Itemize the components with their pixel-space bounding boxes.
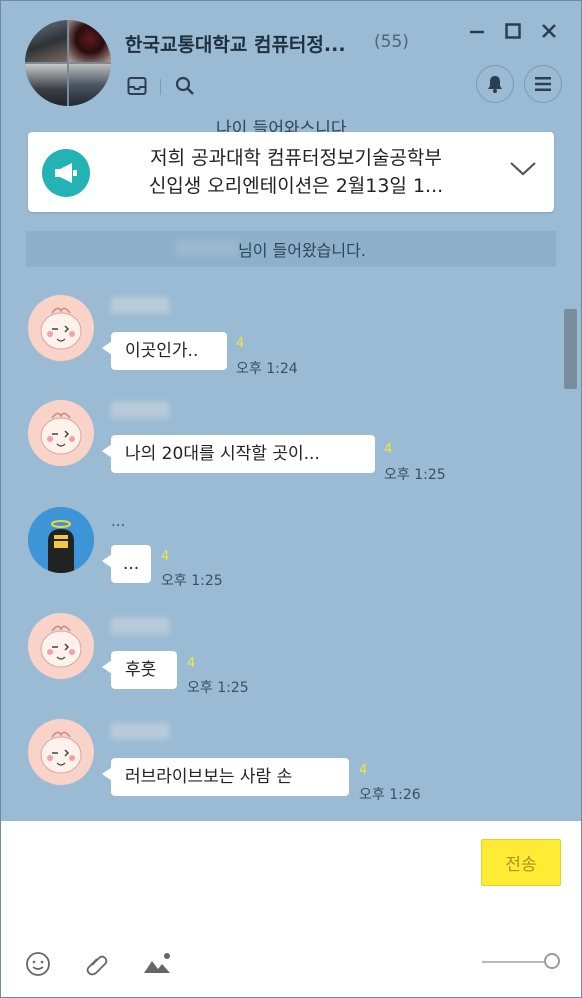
- menu-icon: [535, 77, 551, 91]
- avatar[interactable]: [28, 719, 94, 785]
- chat-title: 한국교통대학교 컴퓨터정...: [125, 34, 346, 56]
- notice-text: 저희 공과대학 컴퓨터정보기술공학부 신입생 오리엔테이션은 2월13일 1..…: [106, 144, 486, 200]
- font-size-slider-knob[interactable]: [544, 953, 560, 969]
- partial-system-message: 나이 들어와스니다: [216, 119, 347, 132]
- minimize-icon[interactable]: [469, 21, 485, 41]
- unread-count: 4: [236, 336, 245, 351]
- unread-count: 4: [384, 442, 393, 457]
- chevron-down-icon[interactable]: [508, 158, 538, 178]
- notice-line-2: 신입생 오리엔테이션은 2월13일 1...: [148, 175, 444, 197]
- image-icon[interactable]: [143, 951, 173, 977]
- unread-count: 4: [359, 763, 368, 778]
- scrollbar-thumb[interactable]: [564, 309, 577, 389]
- notification-button[interactable]: [476, 65, 514, 103]
- message-time: 오후 1:25: [161, 573, 223, 589]
- emoticon-icon[interactable]: [25, 951, 51, 977]
- unread-count: 4: [161, 549, 170, 564]
- message-bubble[interactable]: 러브라이브보는 사람 손: [102, 758, 349, 796]
- sender-name: [111, 618, 169, 634]
- message-time: 오후 1:25: [187, 680, 249, 696]
- maximize-icon[interactable]: [505, 21, 521, 41]
- sender-name: ...: [111, 512, 126, 530]
- avatar[interactable]: [28, 613, 94, 679]
- avatar-photo-4: [69, 64, 111, 106]
- search-icon[interactable]: [175, 76, 195, 96]
- blurred-name: [176, 239, 238, 257]
- chat-header: 한국교통대학교 컴퓨터정... (55): [1, 1, 581, 118]
- font-size-slider-track[interactable]: [482, 961, 544, 963]
- message-time: 오후 1:26: [359, 787, 421, 803]
- member-count: (55): [374, 32, 409, 52]
- notice-banner[interactable]: 저희 공과대학 컴퓨터정보기술공학부 신입생 오리엔테이션은 2월13일 1..…: [28, 132, 554, 212]
- group-avatar[interactable]: [25, 20, 111, 106]
- sender-name: [111, 723, 169, 739]
- menu-button[interactable]: [524, 65, 562, 103]
- message-time: 오후 1:24: [236, 361, 298, 377]
- avatar-photo-3: [25, 64, 67, 106]
- system-message: 님이 들어왔습니다.: [238, 241, 366, 260]
- message-bubble[interactable]: 나의 20대를 시작할 곳이...: [102, 435, 375, 473]
- message-bubble[interactable]: 후훗: [102, 651, 177, 689]
- notice-line-1: 저희 공과대학 컴퓨터정보기술공학부: [150, 147, 442, 169]
- megaphone-icon: [42, 149, 90, 197]
- inbox-icon[interactable]: [127, 76, 147, 96]
- message-bubble[interactable]: 이곳인가..: [102, 332, 227, 370]
- header-divider: [160, 79, 161, 95]
- avatar-photo-1: [25, 20, 67, 62]
- avatar-photo-2: [69, 20, 111, 62]
- avatar[interactable]: [28, 507, 94, 573]
- avatar[interactable]: [28, 295, 94, 361]
- attach-icon[interactable]: [84, 951, 110, 977]
- sender-name: [111, 402, 169, 418]
- message-bubble[interactable]: ...: [102, 545, 151, 583]
- sender-name: [111, 297, 169, 313]
- message-time: 오후 1:25: [384, 467, 446, 483]
- chat-window: 한국교통대학교 컴퓨터정... (55) 나이 들어와스니다 저희 공과대학 컴…: [0, 0, 582, 998]
- avatar[interactable]: [28, 400, 94, 466]
- bell-icon: [488, 76, 502, 93]
- close-icon[interactable]: [541, 21, 557, 41]
- unread-count: 4: [187, 656, 196, 671]
- send-button[interactable]: 전송: [481, 839, 561, 886]
